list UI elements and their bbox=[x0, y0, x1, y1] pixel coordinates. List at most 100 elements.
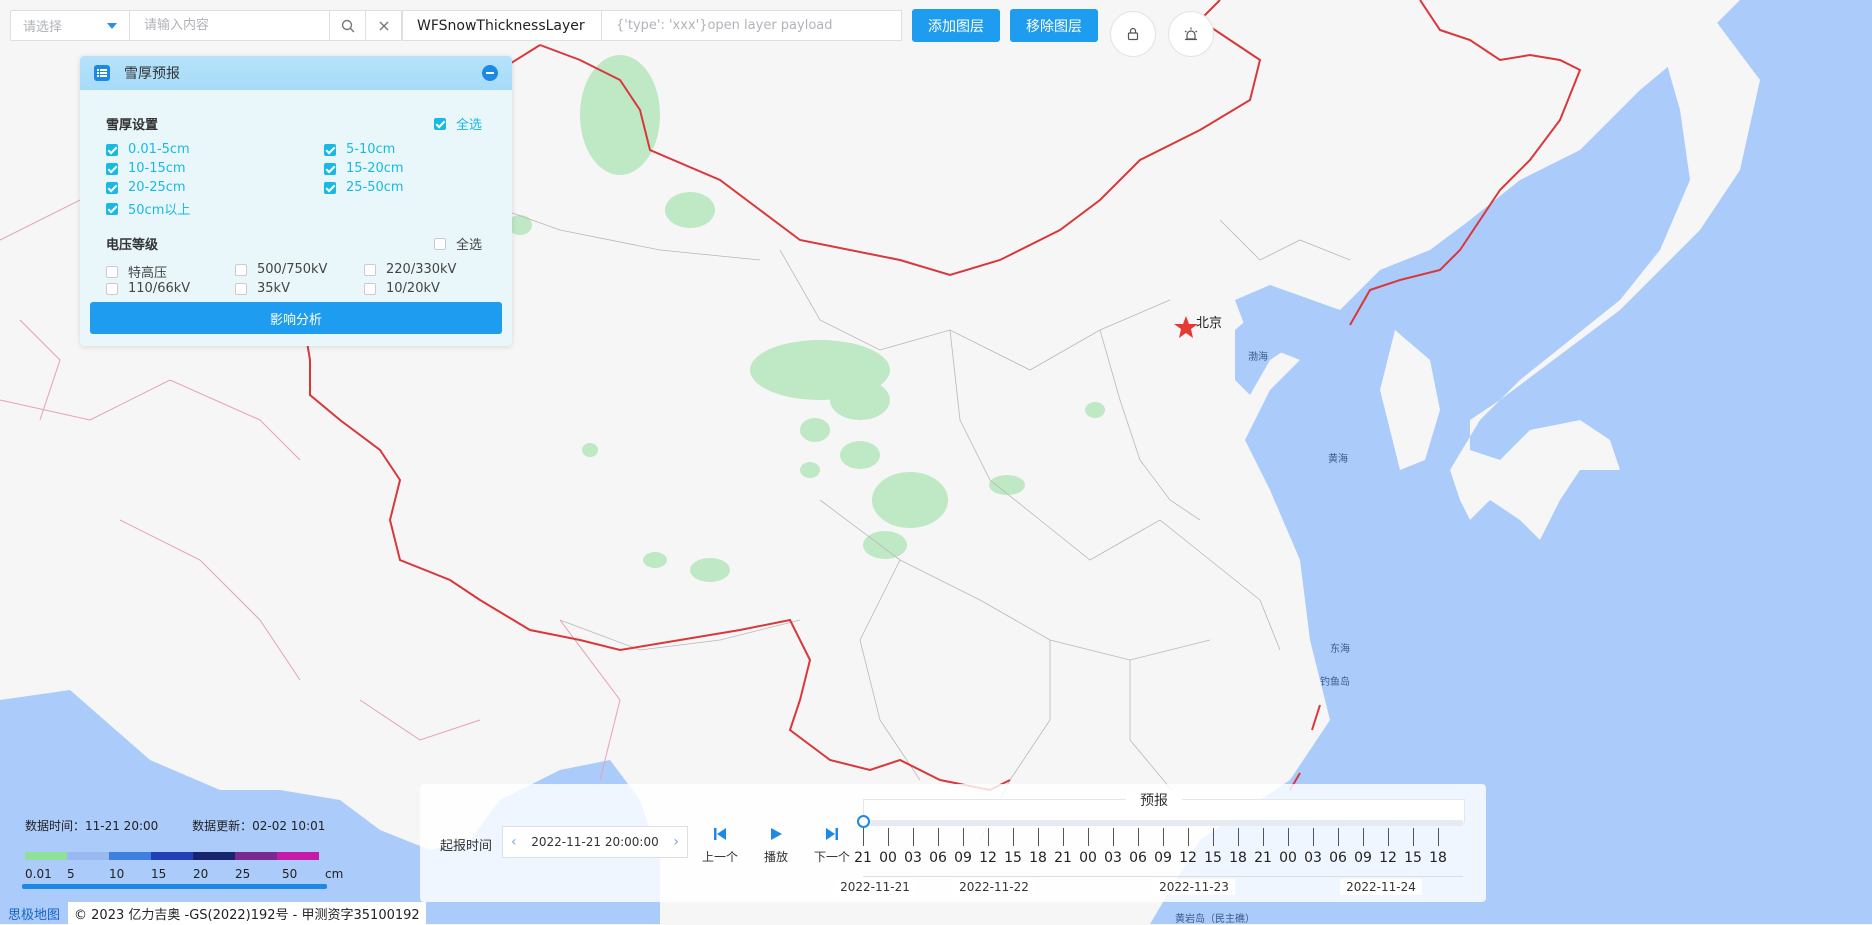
layer-name-input[interactable] bbox=[402, 10, 602, 41]
snow-option-15-20[interactable]: 15-20cm bbox=[324, 161, 404, 176]
hour-label[interactable]: 18 bbox=[1429, 850, 1447, 866]
checkbox-checked-icon bbox=[106, 181, 118, 194]
hour-tick bbox=[1013, 828, 1014, 846]
select-placeholder: 请选择 bbox=[23, 20, 63, 35]
voltage-option-110-66[interactable]: 110/66kV bbox=[106, 281, 190, 296]
hour-label[interactable]: 12 bbox=[1379, 850, 1397, 866]
hour-tick bbox=[1113, 828, 1114, 846]
hour-label[interactable]: 15 bbox=[1204, 850, 1222, 866]
snow-select-all[interactable]: 全选 bbox=[434, 114, 482, 133]
skip-forward-icon bbox=[826, 828, 838, 840]
voltage-option-uhv[interactable]: 特高压 bbox=[106, 262, 167, 281]
play-label: 播放 bbox=[763, 850, 788, 864]
alarm-light-icon bbox=[1184, 27, 1198, 40]
snow-option-0-5[interactable]: 0.01-5cm bbox=[106, 142, 190, 157]
city-label-beijing: 北京 bbox=[1196, 315, 1222, 330]
hour-tick bbox=[888, 828, 889, 846]
hour-label[interactable]: 15 bbox=[1404, 850, 1422, 866]
hour-label[interactable]: 12 bbox=[1179, 850, 1197, 866]
hour-label[interactable]: 03 bbox=[1304, 850, 1322, 866]
hour-label[interactable]: 06 bbox=[929, 850, 947, 866]
snow-option-25-50[interactable]: 25-50cm bbox=[324, 180, 404, 195]
voltage-option-500-750[interactable]: 500/750kV bbox=[235, 262, 327, 277]
hour-label[interactable]: 06 bbox=[1329, 850, 1347, 866]
legend-color-swatch bbox=[193, 852, 235, 860]
map-logo[interactable]: 思极地图 bbox=[8, 904, 60, 923]
snow-legend: 数据时间：11-21 20:00 数据更新：02-02 10:01 0.01 5… bbox=[22, 817, 355, 889]
hour-label[interactable]: 21 bbox=[1054, 850, 1072, 866]
voltage-option-10-20[interactable]: 10/20kV bbox=[364, 281, 440, 296]
hour-label[interactable]: 03 bbox=[904, 850, 922, 866]
start-time-value: 2022-11-21 20:00:00 bbox=[531, 835, 659, 849]
layer-type-select[interactable]: 请选择 bbox=[10, 10, 130, 41]
search-button[interactable] bbox=[330, 10, 366, 41]
start-time-picker[interactable]: ‹ 2022-11-21 20:00:00 › bbox=[502, 826, 688, 858]
legend-tick: 15 bbox=[151, 867, 167, 881]
hour-label[interactable]: 18 bbox=[1029, 850, 1047, 866]
hour-label[interactable]: 12 bbox=[979, 850, 997, 866]
play-button[interactable]: 播放 bbox=[752, 824, 800, 865]
alarm-button[interactable] bbox=[1168, 10, 1214, 57]
top-toolbar: 请选择 添加图层 移除图层 bbox=[10, 9, 1214, 57]
hour-label[interactable]: 21 bbox=[854, 850, 872, 866]
hour-tick bbox=[1213, 828, 1214, 846]
checkbox-unchecked-icon bbox=[364, 282, 376, 295]
hour-label[interactable]: 21 bbox=[1254, 850, 1272, 866]
hour-label[interactable]: 09 bbox=[954, 850, 972, 866]
play-icon bbox=[771, 828, 782, 840]
voltage-option-label: 10/20kV bbox=[386, 281, 440, 296]
impact-analysis-button[interactable]: 影响分析 bbox=[90, 302, 502, 334]
checkbox-unchecked-icon bbox=[106, 265, 118, 278]
voltage-option-35[interactable]: 35kV bbox=[235, 281, 290, 296]
snow-option-10-15[interactable]: 10-15cm bbox=[106, 161, 186, 176]
add-layer-button[interactable]: 添加图层 bbox=[912, 9, 1000, 42]
legend-tick: 50 bbox=[282, 867, 298, 881]
hour-label[interactable]: 06 bbox=[1129, 850, 1147, 866]
hour-label[interactable]: 15 bbox=[1004, 850, 1022, 866]
prev-button[interactable]: 上一个 bbox=[696, 824, 744, 865]
voltage-option-220-330[interactable]: 220/330kV bbox=[364, 262, 456, 277]
next-button[interactable]: 下一个 bbox=[808, 824, 856, 865]
lock-icon bbox=[1127, 27, 1139, 40]
chevron-left-icon[interactable]: ‹ bbox=[511, 834, 517, 850]
voltage-option-label: 220/330kV bbox=[386, 262, 457, 277]
data-time: 数据时间：11-21 20:00 bbox=[25, 819, 159, 833]
hour-tick bbox=[963, 828, 964, 846]
hour-label[interactable]: 09 bbox=[1354, 850, 1372, 866]
lock-button[interactable] bbox=[1110, 10, 1156, 57]
timeline-track[interactable] bbox=[863, 820, 1463, 826]
collapse-icon[interactable] bbox=[482, 65, 498, 81]
checkbox-checked-icon bbox=[434, 117, 446, 130]
snow-option-label: 10-15cm bbox=[128, 161, 186, 176]
hour-tick bbox=[1038, 828, 1039, 846]
snow-option-20-25[interactable]: 20-25cm bbox=[106, 180, 186, 195]
legend-color-swatch bbox=[151, 852, 193, 860]
hour-label[interactable]: 09 bbox=[1154, 850, 1172, 866]
hour-tick bbox=[1388, 828, 1389, 846]
day-label: 2022-11-23 bbox=[1153, 879, 1235, 895]
payload-input[interactable] bbox=[602, 10, 902, 41]
day-label: 2022-11-21 bbox=[834, 879, 916, 895]
hour-label[interactable]: 03 bbox=[1104, 850, 1122, 866]
next-label: 下一个 bbox=[813, 850, 850, 864]
voltage-select-all[interactable]: 全选 bbox=[434, 234, 482, 253]
forecast-timeline: 起报时间 ‹ 2022-11-21 20:00:00 › 上一个 播放 下一个 … bbox=[420, 784, 1486, 902]
hour-label[interactable]: 00 bbox=[1279, 850, 1297, 866]
snow-option-label: 20-25cm bbox=[128, 180, 186, 195]
timeline-handle[interactable] bbox=[857, 815, 870, 828]
checkbox-checked-icon bbox=[324, 143, 336, 156]
hour-label[interactable]: 00 bbox=[1079, 850, 1097, 866]
search-input[interactable] bbox=[130, 10, 330, 41]
island-label-diaoyudao: 钓鱼岛 bbox=[1320, 675, 1350, 688]
remove-layer-button[interactable]: 移除图层 bbox=[1010, 9, 1098, 42]
hour-label[interactable]: 18 bbox=[1229, 850, 1247, 866]
chevron-right-icon[interactable]: › bbox=[673, 834, 679, 850]
legend-tick: 0.01 bbox=[25, 867, 52, 881]
clear-button[interactable] bbox=[366, 10, 402, 41]
hour-label[interactable]: 00 bbox=[879, 850, 897, 866]
legend-underline bbox=[22, 884, 327, 889]
legend-color-swatch bbox=[67, 852, 109, 860]
snow-option-5-10[interactable]: 5-10cm bbox=[324, 142, 395, 157]
snow-option-50-plus[interactable]: 50cm以上 bbox=[106, 199, 190, 218]
prev-label: 上一个 bbox=[701, 850, 738, 864]
